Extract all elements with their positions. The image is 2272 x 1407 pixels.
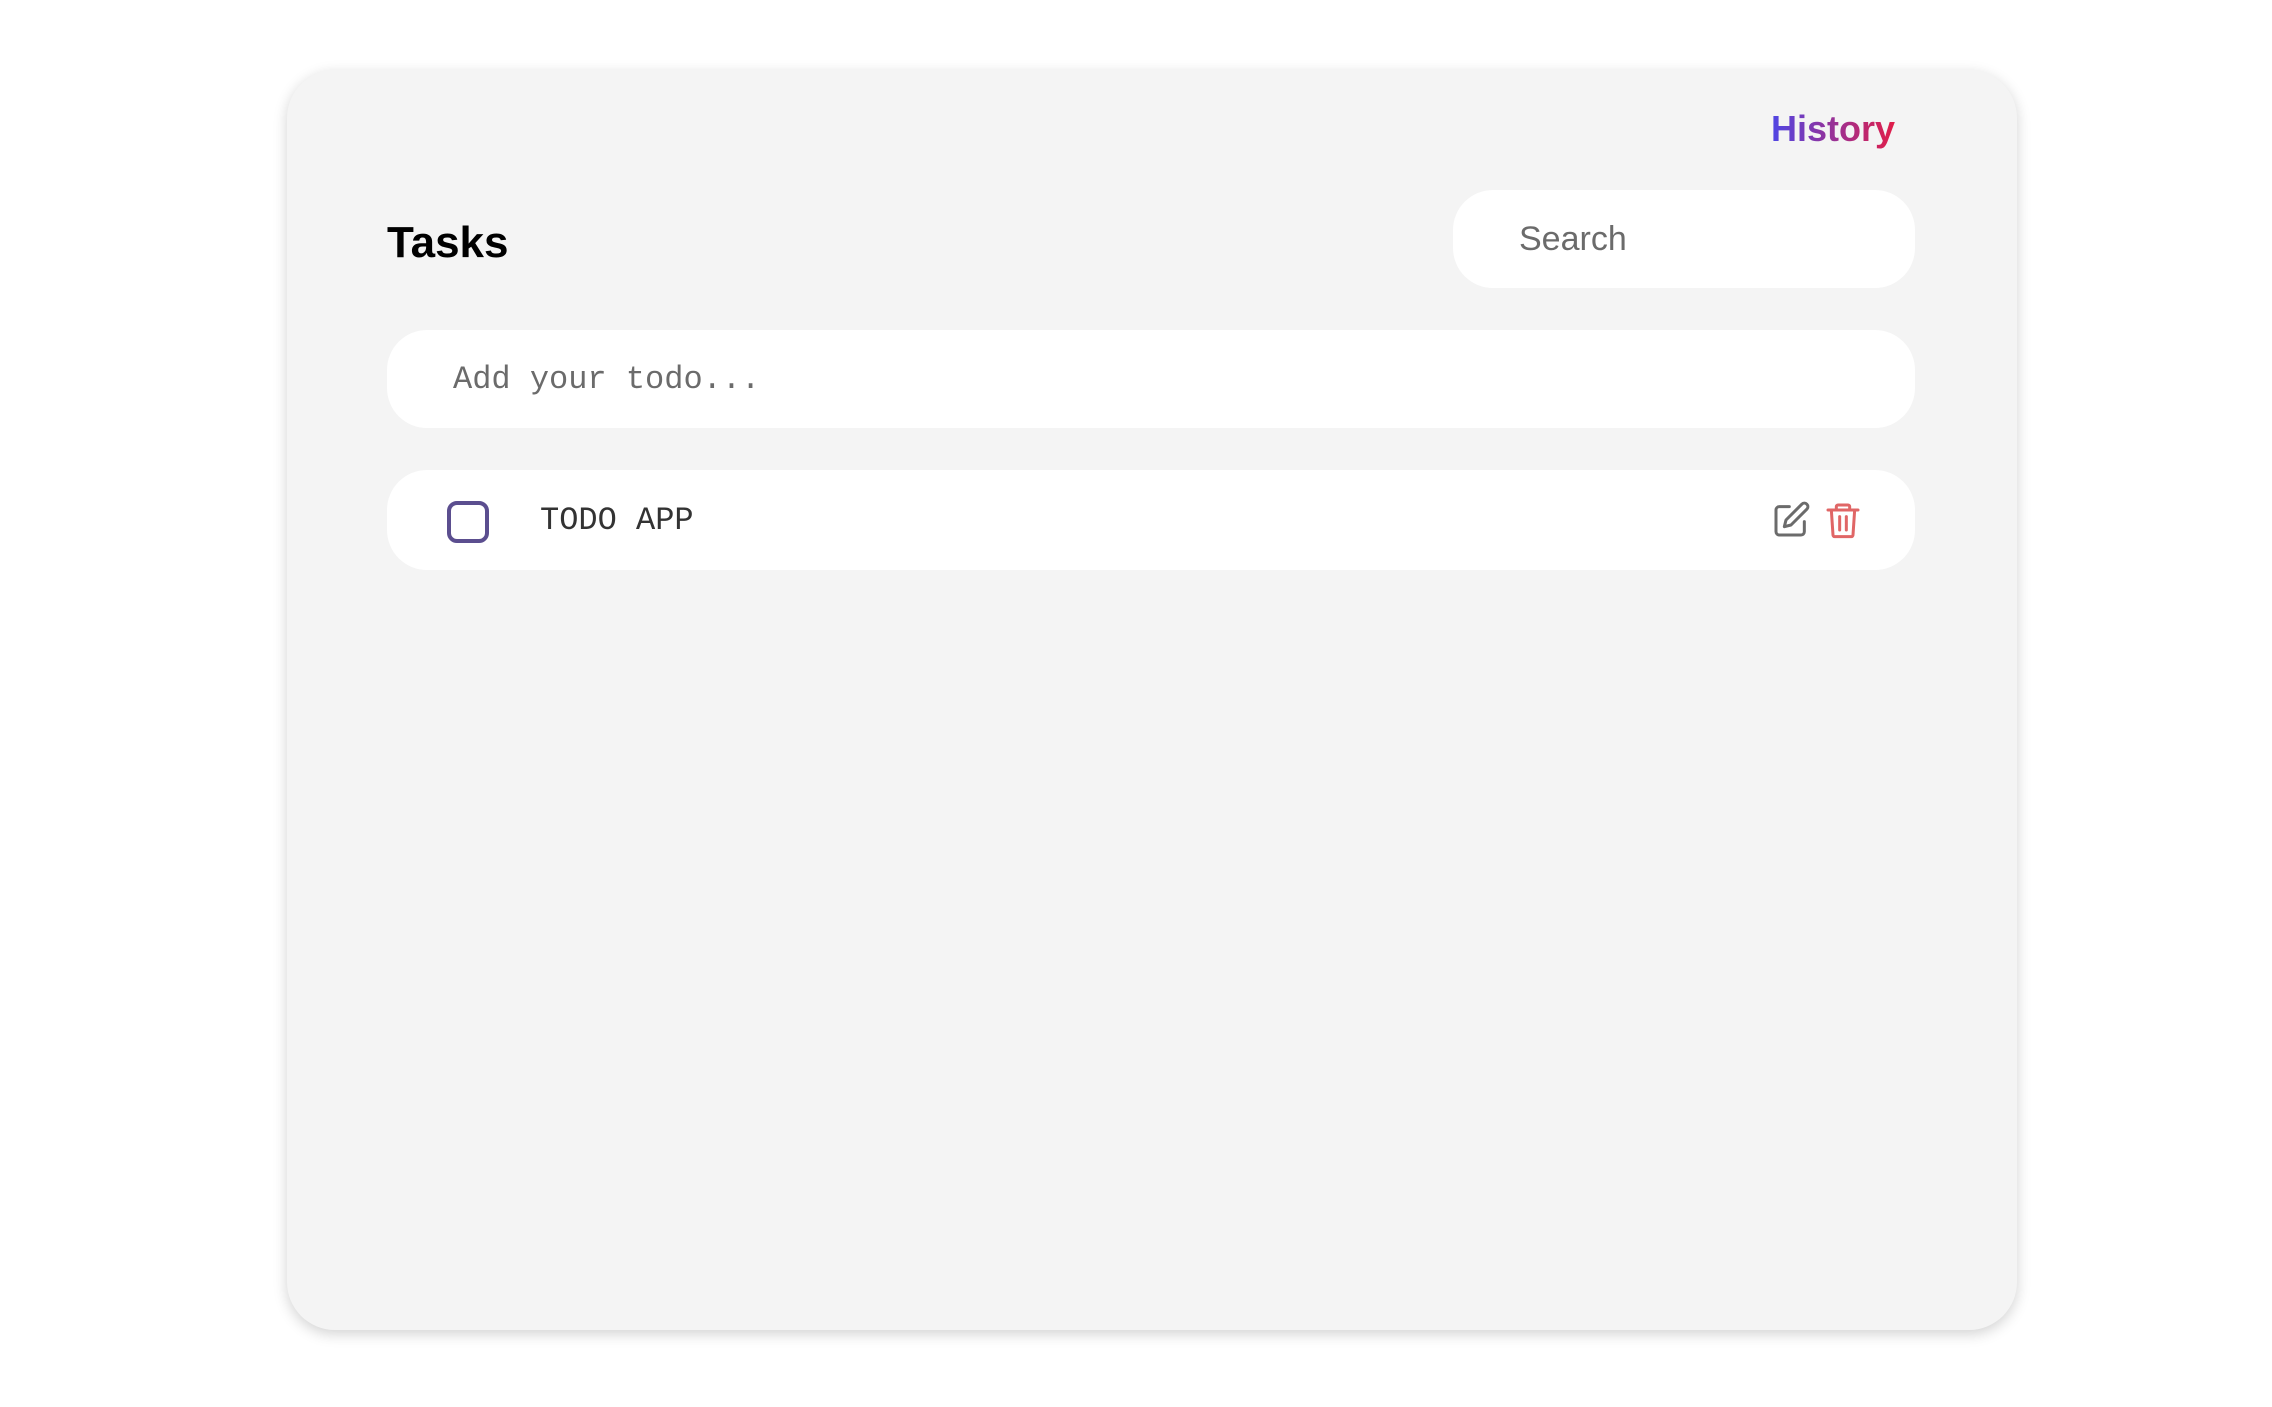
edit-icon <box>1774 501 1810 537</box>
edit-button[interactable] <box>1771 500 1811 540</box>
todo-item: TODO APP <box>387 470 1915 570</box>
search-input[interactable] <box>1517 218 1881 260</box>
history-link[interactable]: History <box>1771 108 1895 150</box>
add-todo-box[interactable] <box>387 330 1915 428</box>
add-todo-input[interactable] <box>451 359 1855 399</box>
todo-text: TODO APP <box>540 502 694 539</box>
page-title: Tasks <box>387 218 509 267</box>
trash-icon <box>1826 503 1860 539</box>
todo-card: History Tasks TODO APP <box>287 70 2017 1330</box>
todo-checkbox[interactable] <box>447 501 489 543</box>
search-box[interactable] <box>1453 190 1915 288</box>
delete-button[interactable] <box>1823 500 1863 540</box>
